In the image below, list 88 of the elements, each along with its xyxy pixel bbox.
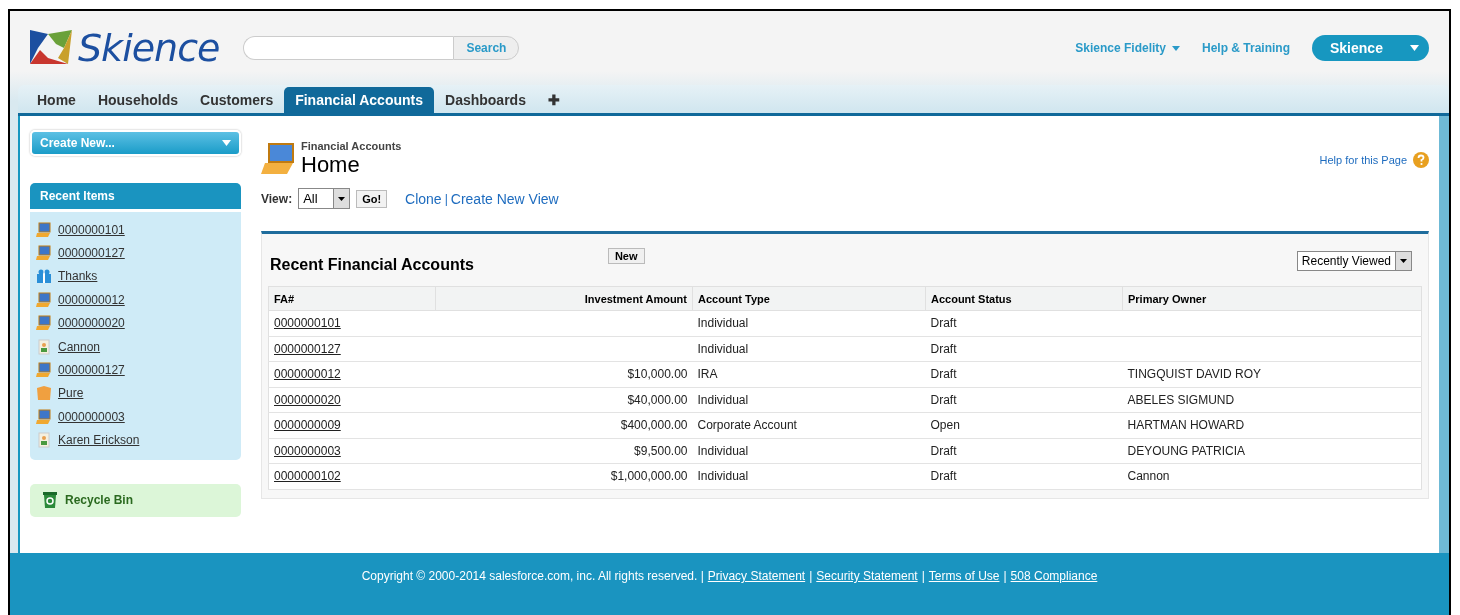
help-link[interactable]: Help for this Page	[1319, 154, 1407, 166]
account-number-link[interactable]: 0000000102	[274, 469, 341, 484]
laptop-icon	[36, 245, 52, 262]
recent-item-link[interactable]: 0000000020	[58, 316, 125, 331]
sort-select[interactable]: Recently Viewed	[1296, 251, 1412, 271]
table-cell: Individual	[697, 392, 749, 407]
table-cell: Draft	[930, 469, 957, 484]
recent-item-link[interactable]: Pure	[58, 386, 84, 401]
laptop-icon	[36, 408, 52, 425]
recent-item-link[interactable]: 0000000003	[58, 409, 125, 424]
contact-card-icon	[36, 432, 52, 449]
copyright-text: Copyright © 2000-2014 salesforce.com, inc. All rights reserved. |	[361, 569, 704, 585]
nav-tab[interactable]: Financial Accounts	[284, 87, 434, 113]
table-cell: IRA	[697, 367, 718, 382]
table-cell: Draft	[930, 443, 957, 458]
table-cell: TINGQUIST DAVID ROY	[1127, 367, 1262, 382]
laptop-icon	[36, 291, 52, 308]
table-cell: Draft	[930, 341, 957, 356]
table-cell: Open	[930, 418, 960, 433]
table-cell: ABELES SIGMUND	[1127, 392, 1235, 407]
nav-tab[interactable]: Households	[86, 87, 190, 113]
column-header: Account Status	[925, 286, 1123, 311]
table-cell: $10,000.00	[627, 367, 688, 382]
table-cell: DEYOUNG PATRICIA	[1127, 443, 1246, 458]
help-icon	[1413, 152, 1429, 168]
column-header: Account Type	[692, 286, 926, 311]
account-number-link[interactable]: 0000000127	[274, 341, 341, 356]
table-cell: Individual	[697, 316, 749, 331]
table-cell: $1,000,000.00	[610, 469, 688, 484]
separator: |	[809, 569, 813, 585]
table-cell: Individual	[697, 443, 749, 458]
account-number-link[interactable]: 0000000009	[274, 418, 341, 433]
account-number-link[interactable]: 0000000003	[274, 443, 341, 458]
recent-item-link[interactable]: 0000000012	[58, 292, 125, 307]
recent-items-header: Recent Items	[30, 183, 241, 209]
recycle-bin-link[interactable]: Recycle Bin	[65, 493, 134, 508]
go-button[interactable]: Go!	[356, 189, 388, 208]
table-cell: Corporate Account	[697, 418, 797, 433]
column-header: Investment Amount	[435, 286, 693, 311]
trash-icon	[42, 491, 58, 510]
recent-item-link[interactable]: 0000000101	[58, 222, 125, 237]
table-cell: Cannon	[1127, 469, 1170, 484]
column-header: FA#	[268, 286, 436, 311]
table-cell: Draft	[930, 367, 957, 382]
laptop-icon	[36, 221, 52, 238]
table-cell: $400,000.00	[620, 418, 688, 433]
view-label: View:	[261, 191, 293, 206]
account-number-link[interactable]: 0000000020	[274, 392, 341, 407]
caret-icon	[338, 196, 346, 201]
clone-link[interactable]: Clone	[405, 190, 442, 207]
recent-item-link[interactable]: 0000000127	[58, 363, 125, 378]
recent-item-link[interactable]: Cannon	[58, 339, 101, 354]
separator: |	[921, 569, 925, 585]
search-field[interactable]	[243, 36, 454, 60]
account-number-link[interactable]: 0000000012	[274, 367, 341, 382]
recent-item-link[interactable]: Karen Erickson	[58, 433, 140, 448]
caret-icon	[1410, 45, 1419, 51]
recent-item-link[interactable]: 0000000127	[58, 246, 125, 261]
column-header: Primary Owner	[1122, 286, 1422, 311]
new-button[interactable]: New	[607, 248, 645, 264]
account-number-link[interactable]: 0000000101	[274, 316, 341, 331]
caret-icon	[222, 140, 231, 146]
laptop-icon	[36, 362, 52, 379]
nav-tab[interactable]: ✚	[536, 87, 571, 113]
table-cell: Individual	[697, 341, 749, 356]
table-cell: Draft	[930, 392, 957, 407]
laptop-icon	[261, 142, 297, 176]
view-select[interactable]: All	[298, 188, 351, 209]
contact-card-icon	[36, 338, 52, 355]
nav-tab[interactable]: Customers	[189, 87, 285, 113]
separator: |	[444, 191, 448, 206]
caret-icon	[1400, 259, 1407, 263]
caret-icon	[1172, 45, 1180, 51]
page-title: Home	[301, 152, 361, 178]
laptop-icon	[36, 315, 52, 332]
table-cell: $9,500.00	[634, 443, 688, 458]
nav-tab[interactable]: Home	[26, 87, 87, 113]
logo-text: Skience	[78, 26, 220, 70]
table-cell: $40,000.00	[627, 392, 688, 407]
create-view-link[interactable]: Create New View	[450, 190, 559, 207]
table-cell: Individual	[697, 469, 749, 484]
list-title: Recent Financial Accounts	[270, 256, 474, 274]
nav-tab[interactable]: Dashboards	[434, 87, 537, 113]
separator: |	[1003, 569, 1007, 585]
recent-item-link[interactable]: Thanks	[58, 269, 98, 284]
table-cell: HARTMAN HOWARD	[1127, 418, 1245, 433]
breadcrumb: Financial Accounts	[301, 140, 402, 152]
table-cell: Draft	[930, 316, 957, 331]
